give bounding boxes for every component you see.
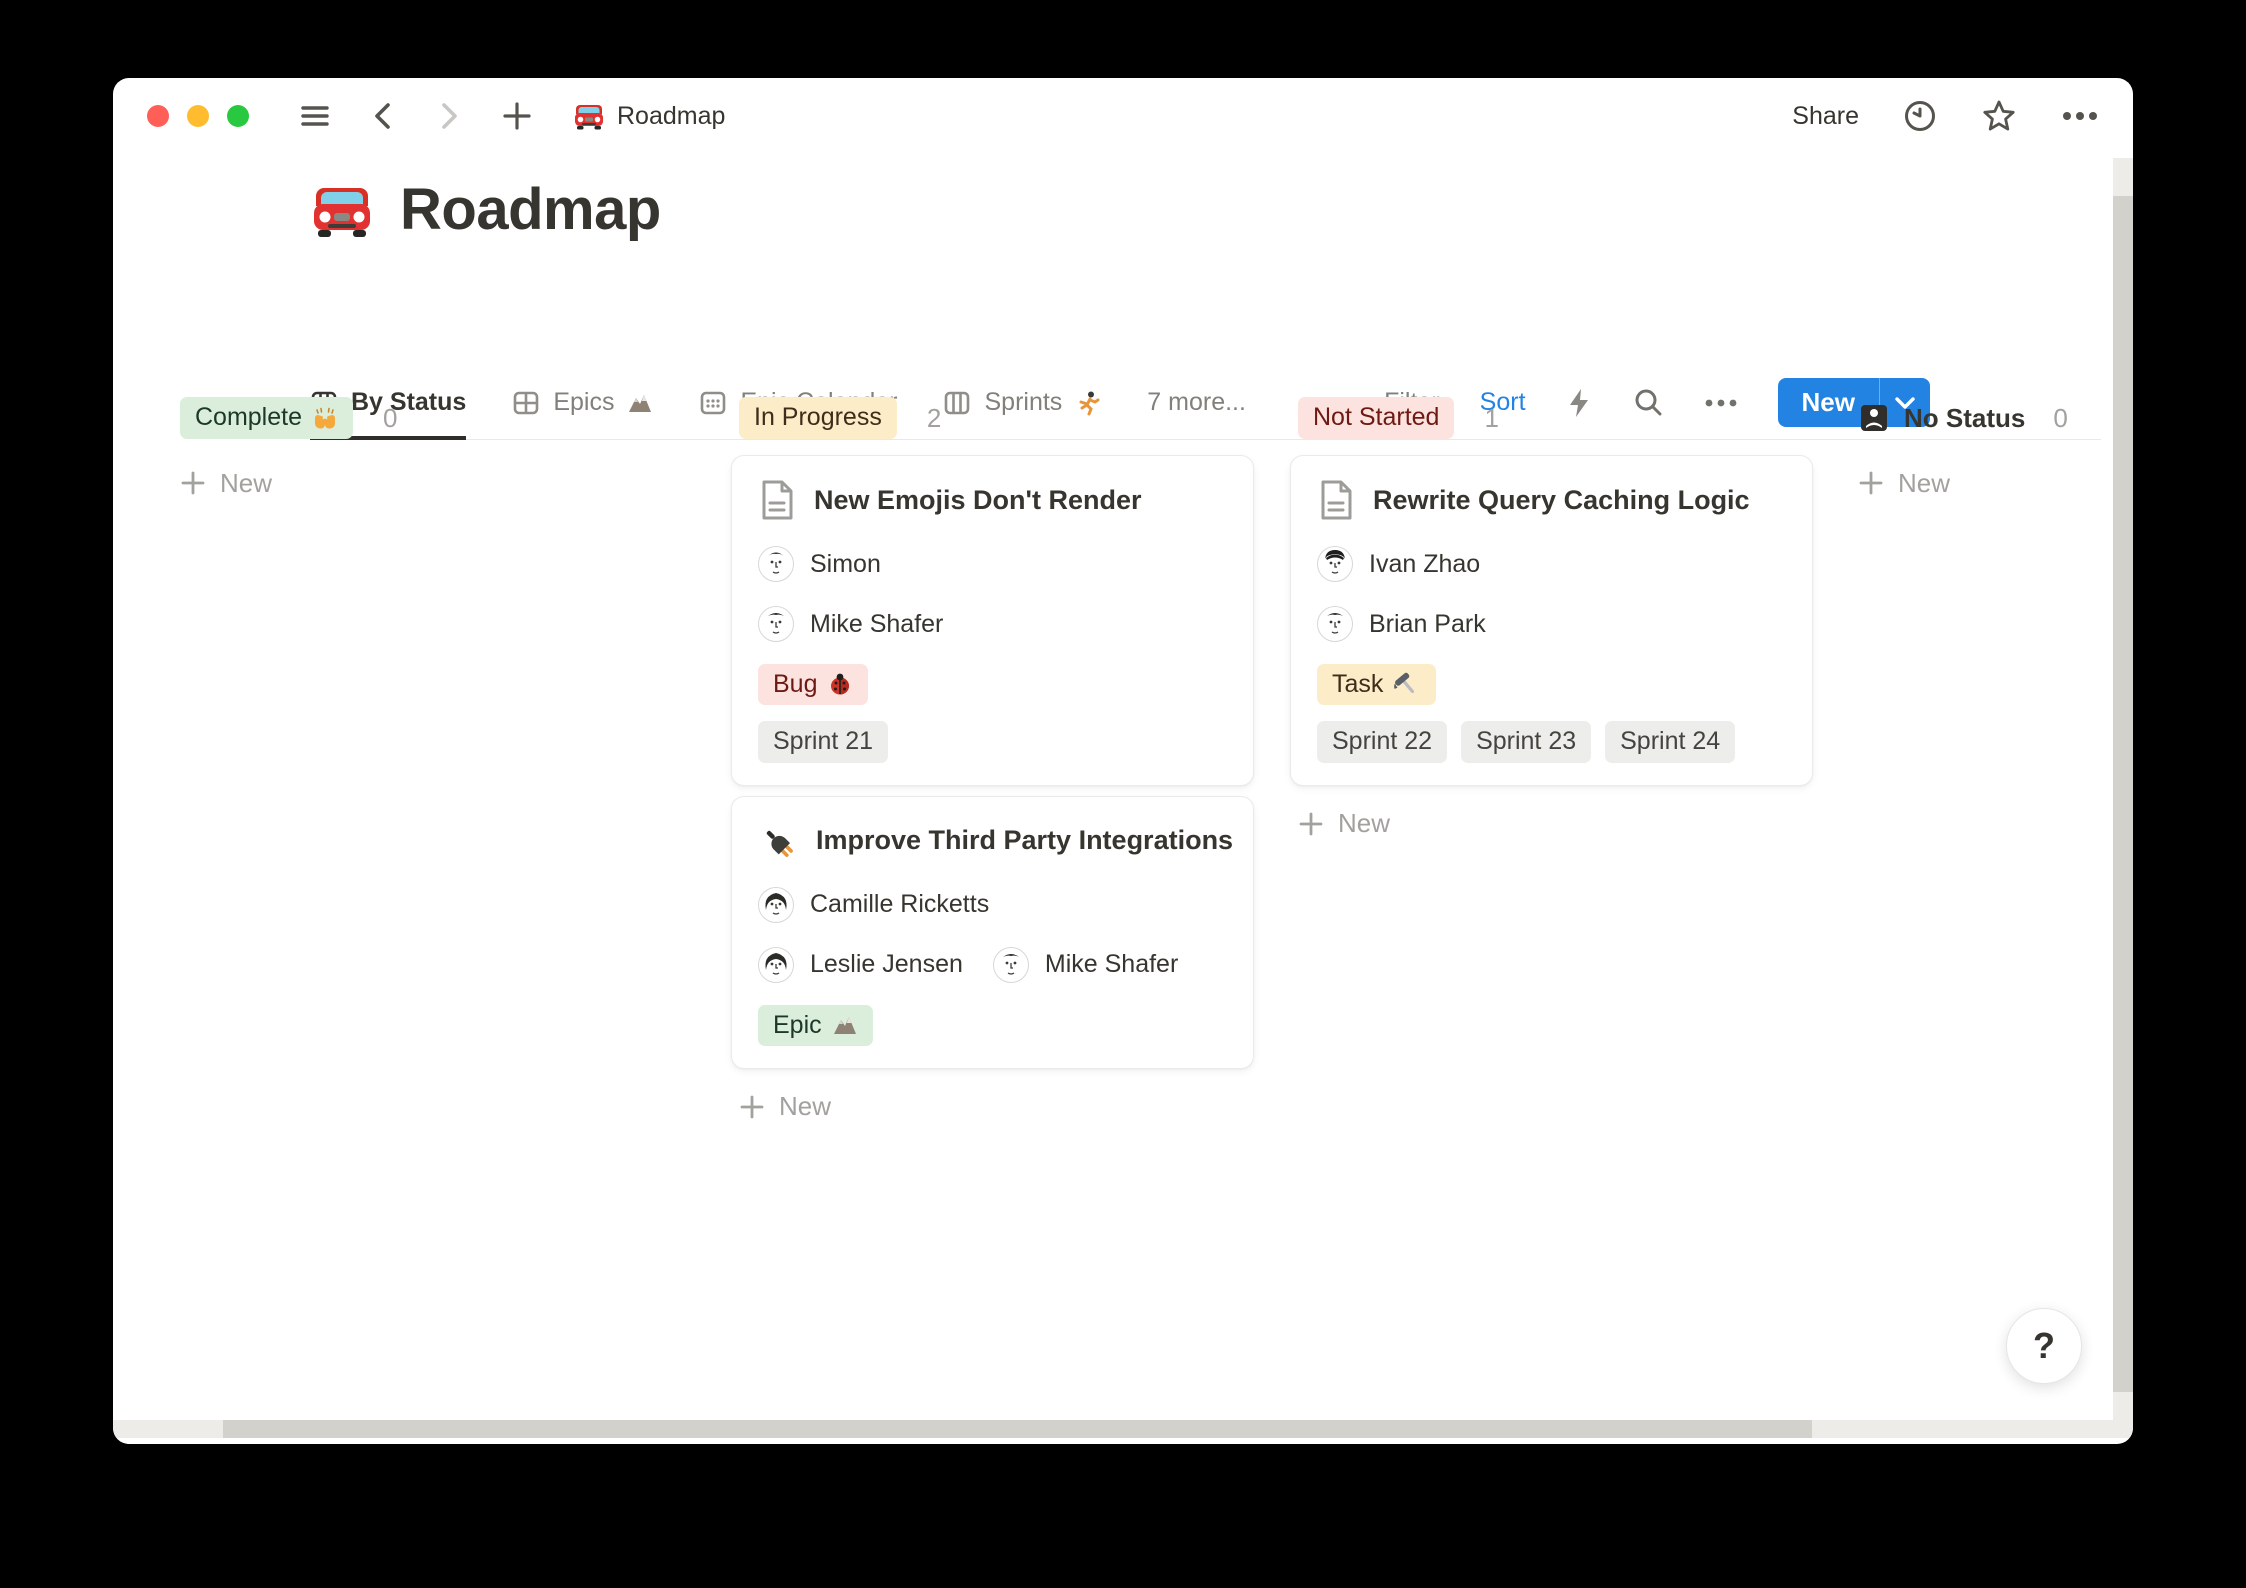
hammer-icon — [1393, 671, 1421, 699]
add-card-button[interactable]: New — [731, 1085, 1254, 1129]
page-icon — [758, 479, 796, 521]
person-chip[interactable]: Ivan Zhao — [1317, 546, 1480, 582]
person-chip[interactable]: Leslie Jensen — [758, 947, 963, 983]
board-view: Complete 0 New In Progress — [113, 397, 2133, 1404]
status-badge-not-started[interactable]: Not Started — [1298, 397, 1454, 438]
desktop-background: Roadmap Share Roadmap — [0, 0, 2246, 1588]
column-count: 0 — [2053, 403, 2067, 434]
card-rewrite-query-caching-logic[interactable]: Rewrite Query Caching Logic Ivan Zhao — [1290, 455, 1813, 786]
column-count: 0 — [383, 403, 397, 434]
car-icon[interactable] — [310, 178, 374, 242]
star-icon[interactable] — [1981, 98, 2017, 134]
tag-task[interactable]: Task — [1317, 664, 1436, 705]
person-chip[interactable]: Mike Shafer — [993, 947, 1178, 983]
notion-window: Roadmap Share Roadmap — [113, 78, 2133, 1444]
add-card-button[interactable]: New — [1850, 461, 2133, 505]
person-chip[interactable]: Camille Ricketts — [758, 887, 989, 923]
column-count: 1 — [1484, 403, 1498, 434]
board-column-not-started: Not Started 1 Rewrite Query Caching Logi… — [1290, 397, 1813, 846]
question-mark-icon: ? — [2033, 1325, 2055, 1367]
page-icon — [1317, 479, 1355, 521]
card-new-emojis-dont-render[interactable]: New Emojis Don't Render Simon — [731, 455, 1254, 786]
traffic-lights — [147, 105, 249, 127]
add-card-button[interactable]: New — [1290, 802, 1813, 846]
column-count: 2 — [927, 403, 941, 434]
avatar — [758, 606, 794, 642]
zoom-window-button[interactable] — [227, 105, 249, 127]
plug-icon — [758, 821, 798, 861]
breadcrumb-label: Roadmap — [617, 102, 725, 131]
sidebar-menu-icon[interactable] — [299, 100, 331, 132]
status-badge-complete[interactable]: Complete — [180, 397, 353, 438]
titlebar: Roadmap Share — [113, 78, 2133, 154]
car-icon — [573, 100, 605, 132]
card-improve-third-party-integrations[interactable]: Improve Third Party Integrations Camille… — [731, 796, 1254, 1069]
inbox-icon — [1858, 402, 1890, 434]
avatar — [758, 887, 794, 923]
add-card-button[interactable]: New — [172, 461, 695, 505]
tag-epic[interactable]: Epic — [758, 1005, 873, 1046]
back-icon[interactable] — [369, 100, 397, 132]
sprint-chip[interactable]: Sprint 21 — [758, 721, 888, 762]
raised-hands-icon — [312, 405, 338, 431]
share-button[interactable]: Share — [1792, 102, 1859, 131]
tag-bug[interactable]: Bug — [758, 664, 868, 705]
sprint-chip[interactable]: Sprint 24 — [1605, 721, 1735, 762]
sprint-chip[interactable]: Sprint 22 — [1317, 721, 1447, 762]
avatar — [758, 546, 794, 582]
breadcrumb[interactable]: Roadmap — [573, 100, 725, 132]
ladybug-icon — [827, 672, 853, 698]
horizontal-scrollbar[interactable] — [113, 1420, 2133, 1438]
person-chip[interactable]: Brian Park — [1317, 606, 1486, 642]
avatar — [993, 947, 1029, 983]
status-badge-in-progress[interactable]: In Progress — [739, 397, 897, 438]
horizontal-scrollbar-thumb[interactable] — [223, 1420, 1812, 1438]
board-column-no-status: No Status 0 New — [1850, 397, 2133, 505]
more-options-icon[interactable] — [2061, 110, 2099, 122]
clock-icon[interactable] — [1903, 99, 1937, 133]
page-title: Roadmap — [400, 176, 661, 243]
help-button[interactable]: ? — [2006, 1308, 2082, 1384]
avatar — [758, 947, 794, 983]
avatar — [1317, 546, 1353, 582]
vertical-scrollbar[interactable] — [2113, 158, 2133, 1420]
minimize-window-button[interactable] — [187, 105, 209, 127]
vertical-scrollbar-thumb[interactable] — [2113, 196, 2133, 1392]
new-page-icon[interactable] — [501, 100, 533, 132]
avatar — [1317, 606, 1353, 642]
status-badge-no-status[interactable]: No Status — [1904, 403, 2025, 434]
forward-icon[interactable] — [435, 100, 463, 132]
close-window-button[interactable] — [147, 105, 169, 127]
person-chip[interactable]: Mike Shafer — [758, 606, 943, 642]
person-chip[interactable]: Simon — [758, 546, 881, 582]
sprint-chip[interactable]: Sprint 23 — [1461, 721, 1591, 762]
mountain-icon — [832, 1012, 858, 1038]
board-column-in-progress: In Progress 2 New Emojis Don't Render — [731, 397, 1254, 1129]
board-column-complete: Complete 0 New — [172, 397, 695, 505]
